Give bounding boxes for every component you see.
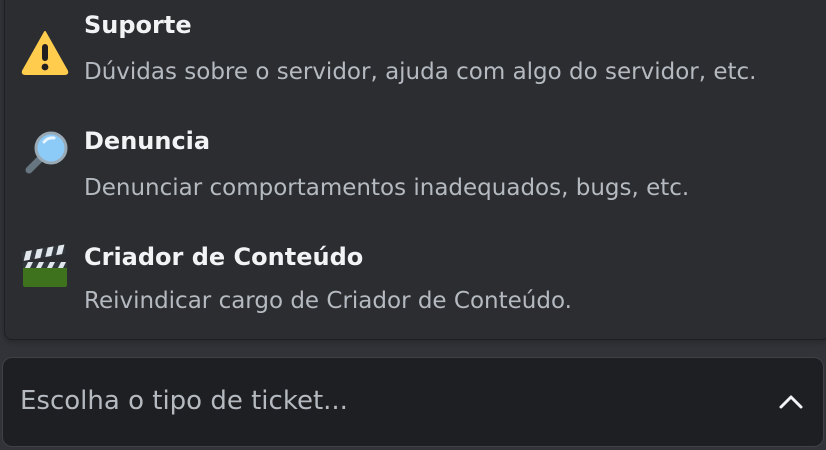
option-description: Denunciar comportamentos inadequados, bu…	[84, 175, 690, 201]
ticket-type-select[interactable]: Escolha o tipo de ticket...	[2, 357, 824, 447]
option-description: Dúvidas sobre o servidor, ajuda com algo…	[84, 59, 757, 85]
option-criador-de-conteudo[interactable]: Criador de Conteúdo Reivindicar cargo de…	[5, 221, 825, 337]
magnifying-glass-icon	[20, 129, 70, 179]
option-description: Reivindicar cargo de Criador de Conteúdo…	[84, 288, 572, 314]
option-denuncia[interactable]: Denuncia Denunciar comportamentos inadeq…	[5, 105, 825, 221]
clapper-board-icon	[20, 243, 70, 293]
ticket-type-dropdown-menu: Suporte Dúvidas sobre o servidor, ajuda …	[4, 0, 826, 340]
chevron-up-icon[interactable]	[777, 388, 805, 416]
option-title: Denuncia	[84, 127, 211, 155]
option-suporte[interactable]: Suporte Dúvidas sobre o servidor, ajuda …	[5, 0, 825, 105]
warning-icon	[20, 27, 70, 77]
option-title: Criador de Conteúdo	[84, 243, 364, 271]
select-placeholder: Escolha o tipo de ticket...	[20, 386, 348, 416]
option-title: Suporte	[84, 11, 192, 39]
